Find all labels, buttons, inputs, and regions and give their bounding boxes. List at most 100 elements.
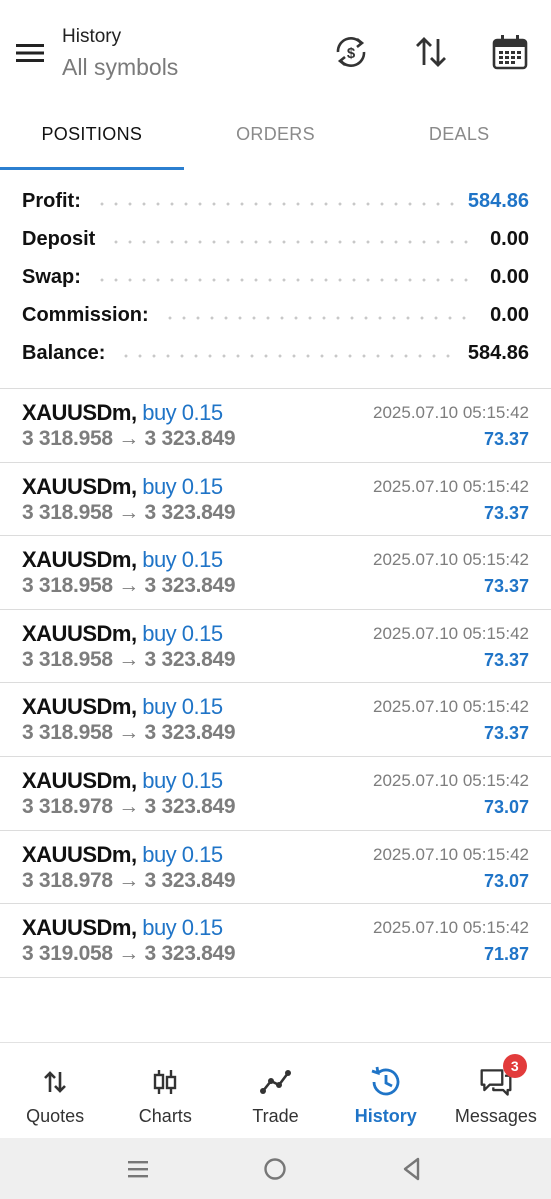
close-price: 3 323.849: [144, 794, 236, 818]
summary-label: Balance:: [22, 341, 106, 364]
arrow-icon: →: [118, 647, 139, 671]
arrow-icon: →: [118, 574, 139, 598]
position-row[interactable]: XAUUSDm, buy 0.15 3 318.958 → 3 323.849 …: [0, 536, 551, 610]
dotted-leader: [119, 354, 454, 358]
position-time: 2025.07.10 05:15:42: [373, 403, 529, 422]
position-time: 2025.07.10 05:15:42: [373, 770, 529, 790]
calendar-icon[interactable]: [490, 32, 530, 72]
positions-list: XAUUSDm, buy 0.15 3 318.958 → 3 323.849 …: [0, 389, 551, 978]
position-time: 2025.07.10 05:15:42: [373, 918, 529, 938]
position-symbol: XAUUSDm,: [22, 694, 137, 720]
position-profit: 73.07: [483, 796, 529, 817]
nav-label: Charts: [138, 1106, 192, 1126]
position-profit: 73.07: [483, 870, 529, 891]
summary-row-balance: Balance: 584.86: [0, 334, 551, 372]
summary-row-commission: Commission: 0.00: [0, 296, 551, 334]
position-profit: 73.37: [483, 576, 529, 597]
summary-label: Commission:: [22, 303, 149, 326]
position-symbol: XAUUSDm,: [22, 473, 137, 499]
quotes-icon: [38, 1065, 72, 1099]
system-navigation-bar: [0, 1138, 551, 1199]
position-row[interactable]: XAUUSDm, buy 0.15 3 318.958 → 3 323.849 …: [0, 389, 551, 463]
position-time: 2025.07.10 05:15:42: [373, 623, 529, 643]
dotted-leader: [94, 202, 454, 206]
position-profit: 73.37: [483, 723, 529, 744]
account-summary: Profit: 584.86 Deposit 0.00 Swap: 0.00 C…: [0, 182, 551, 372]
position-row[interactable]: XAUUSDm, buy 0.15 3 318.958 → 3 323.849 …: [0, 463, 551, 537]
close-price: 3 323.849: [144, 427, 236, 450]
position-time: 2025.07.10 05:15:42: [373, 550, 529, 570]
open-price: 3 318.958: [22, 574, 113, 598]
position-side: buy 0.15: [142, 400, 223, 425]
summary-value: 584.86: [467, 189, 529, 212]
position-symbol: XAUUSDm,: [22, 767, 137, 793]
summary-label: Swap:: [22, 265, 81, 288]
close-price: 3 323.849: [144, 647, 236, 671]
position-symbol: XAUUSDm,: [22, 841, 137, 867]
menu-icon[interactable]: [14, 40, 48, 66]
position-side: buy 0.15: [142, 767, 223, 793]
dotted-leader: [162, 316, 477, 320]
arrow-icon: →: [118, 721, 139, 745]
arrow-icon: →: [118, 500, 139, 524]
nav-charts[interactable]: Charts: [110, 1043, 220, 1138]
history-tabs: POSITIONS ORDERS DEALS: [0, 100, 551, 170]
open-price: 3 318.958: [22, 427, 113, 450]
open-price: 3 319.058: [22, 942, 113, 966]
arrow-icon: →: [118, 942, 139, 966]
position-time: 2025.07.10 05:15:42: [373, 844, 529, 864]
position-side: buy 0.15: [142, 620, 223, 646]
back-icon[interactable]: [399, 1156, 425, 1182]
position-symbol: XAUUSDm,: [22, 620, 137, 646]
close-price: 3 323.849: [144, 500, 236, 524]
position-row[interactable]: XAUUSDm, buy 0.15 3 319.058 → 3 323.849 …: [0, 904, 551, 978]
position-row[interactable]: XAUUSDm, buy 0.15 3 318.958 → 3 323.849 …: [0, 683, 551, 757]
tab-positions[interactable]: POSITIONS: [0, 100, 184, 170]
position-time: 2025.07.10 05:15:42: [373, 476, 529, 496]
summary-value: 584.86: [467, 341, 529, 364]
nav-label: Trade: [252, 1106, 299, 1126]
home-icon[interactable]: [262, 1156, 288, 1182]
tab-deals[interactable]: DEALS: [367, 100, 551, 170]
nav-quotes[interactable]: Quotes: [0, 1043, 110, 1138]
title-block[interactable]: History All symbols: [62, 26, 178, 81]
position-symbol: XAUUSDm,: [22, 400, 137, 425]
nav-label: History: [354, 1106, 417, 1126]
charts-icon: [148, 1065, 182, 1099]
currency-exchange-icon[interactable]: $: [331, 32, 371, 72]
summary-row-swap: Swap: 0.00: [0, 258, 551, 296]
open-price: 3 318.958: [22, 647, 113, 671]
sort-icon[interactable]: [411, 32, 451, 72]
trade-icon: [259, 1065, 293, 1099]
arrow-icon: →: [118, 427, 139, 450]
dotted-leader: [94, 278, 477, 282]
position-side: buy 0.15: [142, 547, 223, 573]
position-profit: 73.37: [483, 502, 529, 523]
arrow-icon: →: [118, 868, 139, 892]
summary-row-deposit: Deposit 0.00: [0, 220, 551, 258]
page-title: History: [62, 26, 122, 47]
open-price: 3 318.958: [22, 721, 113, 745]
close-price: 3 323.849: [144, 574, 236, 598]
open-price: 3 318.978: [22, 868, 113, 892]
close-price: 3 323.849: [144, 942, 236, 966]
tab-orders[interactable]: ORDERS: [184, 100, 368, 170]
dotted-leader: [109, 240, 477, 244]
position-row[interactable]: XAUUSDm, buy 0.15 3 318.958 → 3 323.849 …: [0, 610, 551, 684]
position-row[interactable]: XAUUSDm, buy 0.15 3 318.978 → 3 323.849 …: [0, 831, 551, 905]
nav-history[interactable]: History: [331, 1043, 441, 1138]
position-side: buy 0.15: [142, 841, 223, 867]
position-side: buy 0.15: [142, 473, 223, 499]
summary-row-profit: Profit: 584.86: [0, 182, 551, 220]
position-row[interactable]: XAUUSDm, buy 0.15 3 318.978 → 3 323.849 …: [0, 757, 551, 831]
open-price: 3 318.958: [22, 500, 113, 524]
summary-value: 0.00: [490, 303, 529, 326]
svg-text:$: $: [347, 45, 356, 62]
recent-apps-icon[interactable]: [125, 1156, 151, 1182]
symbol-filter[interactable]: All symbols: [62, 54, 178, 81]
position-symbol: XAUUSDm,: [22, 547, 137, 573]
close-price: 3 323.849: [144, 868, 236, 892]
summary-label: Deposit: [22, 227, 96, 250]
nav-trade[interactable]: Trade: [220, 1043, 330, 1138]
nav-messages[interactable]: 3 Messages: [441, 1043, 551, 1138]
